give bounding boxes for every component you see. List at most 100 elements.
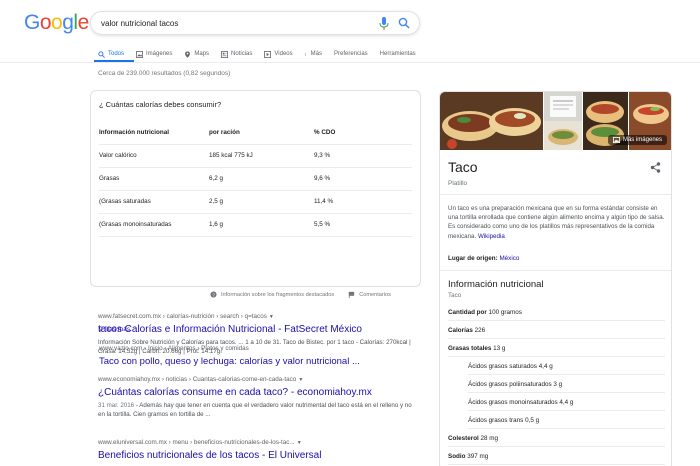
search-result: www.fatsecret.com.mx › calorías-nutrició… — [98, 313, 418, 356]
snippet-title-link[interactable]: Taco con pollo, queso y lechuga: caloría… — [99, 356, 360, 367]
feedback-row: ? Información sobre los fragmentos desta… — [210, 291, 391, 298]
taco-image[interactable] — [440, 92, 543, 150]
nutrition-label: Calorías — [448, 327, 473, 334]
result-title-link[interactable]: tacos Calorías e Información Nutricional… — [98, 324, 418, 335]
image-strip[interactable]: Más imágenes — [440, 92, 671, 150]
knowledge-panel: Más imágenes Taco Platillo Un taco es un… — [439, 91, 672, 466]
wikipedia-link[interactable]: Wikipedia — [478, 233, 505, 240]
logo-letter: e — [77, 11, 90, 34]
search-result: www.eluniversal.com.mx › menu › benefici… — [98, 439, 321, 461]
panel-divider — [440, 194, 671, 195]
result-url: www.fatsecret.com.mx › calorías-nutrició… — [98, 313, 267, 320]
chevron-down-icon[interactable]: ▼ — [297, 440, 302, 446]
tab-imagenes[interactable]: Imágenes — [136, 47, 172, 61]
nutrition-row: Cantidad por 100 gramos — [448, 304, 665, 321]
nutrition-value: 0,5 g — [525, 417, 540, 424]
tab-label: Videos — [274, 51, 293, 57]
more-images-button[interactable]: Más imágenes — [607, 135, 667, 145]
result-url: www.economiahoy.mx › noticias › Cuantas-… — [98, 376, 297, 383]
mic-icon[interactable] — [379, 17, 389, 30]
tab-label: Preferencias — [333, 51, 368, 57]
result-url: www.eluniversal.com.mx › menu › benefici… — [98, 439, 295, 446]
help-icon: ? — [210, 291, 217, 298]
table-cell: 11,4 % — [314, 190, 412, 214]
entity-subtitle: Platillo — [448, 180, 468, 187]
result-title-link[interactable]: ¿Cuántas calorías consume en cada taco? … — [98, 387, 418, 398]
nutrition-table: Información nutricional por ración % CDO… — [99, 122, 412, 237]
tab-noticias[interactable]: Noticias — [221, 47, 252, 61]
table-cell: Valor calórico — [99, 144, 209, 168]
tab-label: Más — [310, 51, 322, 57]
column-header: Información nutricional — [99, 122, 209, 145]
table-cell: (Grasas saturadas — [99, 190, 209, 214]
nutrition-heading: Información nutricional — [448, 279, 544, 290]
tab-herramientas[interactable]: Herramientas — [380, 47, 416, 61]
result-snippet: 31 mar. 2016 - Además hay que tener en c… — [98, 401, 418, 419]
nutrition-label: Ácidos grasos poliinsaturados — [468, 381, 552, 388]
snippet-question: ¿ Cuántas calorías debes consumir? — [99, 100, 222, 109]
logo-letter: g — [62, 11, 74, 34]
tab-videos[interactable]: Videos — [264, 47, 293, 61]
nutrition-value: 4,4 g — [559, 399, 574, 406]
tab-label: Herramientas — [379, 51, 416, 57]
chevron-down-icon[interactable]: ▼ — [298, 377, 303, 383]
more-images-label: Más imágenes — [622, 137, 662, 143]
table-cell: 185 kcal 775 kJ — [209, 144, 314, 168]
nutrition-value: 100 gramos — [488, 309, 522, 316]
taco-image[interactable] — [544, 121, 582, 150]
image-icon — [136, 50, 143, 58]
nutrition-label: Cantidad por — [448, 309, 487, 316]
result-date: 31 mar. 2016 — [98, 402, 135, 409]
result-snippet: Información Sobre Nutrición y Calorías p… — [98, 339, 411, 355]
tab-label: Noticias — [231, 51, 253, 57]
nutrition-value: 13 g — [493, 345, 506, 352]
table-cell: 5,5 % — [314, 213, 412, 237]
nutrition-value: 28 mg — [480, 435, 499, 442]
entity-description: Un taco es una preparación mexicana que … — [448, 204, 666, 241]
tab-maps[interactable]: Maps — [184, 47, 209, 61]
origin-link[interactable]: México — [499, 255, 519, 262]
nutrition-label: Ácidos grasos monoinsaturados — [468, 399, 558, 406]
share-icon[interactable] — [650, 162, 661, 173]
nutrition-row: Ácidos grasos saturados 4,4 g — [468, 358, 665, 375]
taco-image[interactable] — [544, 92, 582, 121]
tab-mas[interactable]: Más — [304, 47, 322, 61]
featured-snippet: ¿ Cuántas calorías debes consumir? Infor… — [90, 90, 421, 367]
chevron-down-icon[interactable]: ▼ — [269, 314, 274, 320]
nutrition-label: Ácidos grasos trans — [468, 417, 524, 424]
search-input[interactable] — [101, 15, 371, 31]
feedback-flag-icon — [349, 291, 355, 298]
search-icon[interactable] — [398, 17, 410, 29]
google-logo[interactable]: Google — [24, 11, 89, 35]
tab-preferencias[interactable]: Preferencias — [334, 47, 368, 61]
column-header: por ración — [209, 122, 314, 145]
table-cell: 2,5 g — [209, 190, 314, 214]
tab-todos[interactable]: Todos — [98, 47, 124, 61]
entity-title: Taco — [448, 159, 478, 175]
svg-text:?: ? — [212, 292, 215, 298]
search-box[interactable] — [90, 11, 420, 35]
table-row: (Grasas saturadas 2,5 g 11,4 % — [99, 190, 412, 214]
table-cell: 6,2 g — [209, 167, 314, 191]
comments-link[interactable]: Comentarios — [359, 292, 391, 298]
table-cell: (Grasas monoinsaturadas — [99, 213, 209, 237]
result-title-link[interactable]: Beneficios nutricionales de los tacos - … — [98, 450, 321, 461]
search-result: www.economiahoy.mx › noticias › Cuantas-… — [98, 376, 418, 419]
nutrition-row: Colesterol 28 mg — [448, 430, 665, 447]
column-header: % CDO — [314, 122, 412, 145]
nutrition-row: Ácidos grasos poliinsaturados 3 g — [468, 376, 665, 393]
result-cite: www.eluniversal.com.mx › menu › benefici… — [98, 439, 321, 446]
result-cite: www.economiahoy.mx › noticias › Cuantas-… — [98, 376, 418, 383]
news-icon — [221, 50, 229, 58]
table-cell: Grasas — [99, 167, 209, 191]
panel-divider — [440, 270, 671, 271]
video-icon — [264, 50, 272, 58]
nutrition-label: Ácidos grasos saturados — [468, 363, 537, 370]
table-row: Grasas 6,2 g 9,6 % — [99, 167, 412, 191]
table-cell: 9,3 % — [314, 144, 412, 168]
nutrition-label: Colesterol — [448, 435, 479, 442]
logo-letter: o — [39, 11, 52, 34]
about-snippets-link[interactable]: Información sobre los fragmentos destaca… — [221, 292, 334, 298]
nutrition-row: Sodio 397 mg — [448, 448, 665, 465]
nutrition-value: 226 — [474, 327, 486, 334]
